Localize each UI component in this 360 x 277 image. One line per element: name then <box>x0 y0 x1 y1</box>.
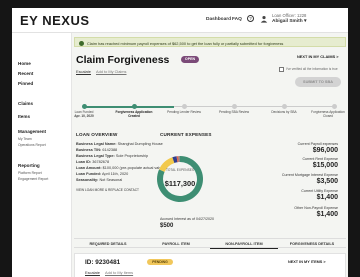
app-frame: EY NEXUS Dashboard FAQ ? Loan Officer: 1… <box>12 8 348 277</box>
info-loan-id: Loan ID: 36782678 <box>76 160 110 164</box>
sidebar-item-my-team[interactable]: My Team <box>18 137 32 141</box>
user-icon[interactable] <box>260 15 268 23</box>
detail-tabs: REQUIRED DETAILS PAYROLL ITEM NON-PAYROL… <box>74 238 346 249</box>
item-status-badge: PENDING <box>147 259 173 265</box>
item-id: ID: 9230481 <box>85 259 121 266</box>
view-loan-more-link[interactable]: VIEW LOAN MORE & REPLACE CONTACT <box>76 188 139 192</box>
expense-label-utility: Current Utility Expense <box>301 189 338 193</box>
expense-label-other: Other Non-Payroll Expense <box>294 206 338 210</box>
sidebar-item-platform-report[interactable]: Platform Report <box>18 171 42 175</box>
check-icon <box>79 40 84 46</box>
expense-value-other: $1,400 <box>316 211 338 218</box>
expense-value-mortgage: $3,500 <box>316 178 338 185</box>
step-dot <box>132 104 137 109</box>
tab-required-details[interactable]: REQUIRED DETAILS <box>74 239 142 249</box>
sidebar-item-reporting[interactable]: Reporting <box>18 163 40 168</box>
nav-faq[interactable]: FAQ <box>232 17 242 22</box>
tab-payroll-item[interactable]: PAYROLL ITEM <box>142 239 210 249</box>
add-to-items-link[interactable]: Add to My Items <box>105 270 133 275</box>
tab-non-payroll-item[interactable]: NON-PAYROLL ITEM <box>210 239 278 249</box>
tab-forgiveness-details[interactable]: FORGIVENESS DETAILS <box>278 239 346 249</box>
info-business-name: Business Legal Name: Shanghai Dumpling H… <box>76 142 163 146</box>
next-item-button[interactable]: NEXT IN MY ITEMS > <box>288 260 326 264</box>
page-title: Claim Forgiveness <box>76 54 170 66</box>
progress-track-done <box>84 105 174 108</box>
step-label: Forgiveness Application Closed <box>311 110 345 118</box>
nav-dashboard[interactable]: Dashboard <box>206 17 231 22</box>
user-name: Abigail Smith <box>272 19 303 24</box>
current-expenses-heading: CURRENT EXPENSES <box>160 132 212 137</box>
sidebar-item-management[interactable]: Management <box>18 129 46 134</box>
sidebar: Home Recent Pinned Claims Items Manageme… <box>12 33 72 277</box>
verify-checkbox-label: I've verified all the information is tru… <box>286 67 338 71</box>
step-dot <box>332 104 337 109</box>
submit-to-sba-button[interactable]: SUBMIT TO SBA <box>295 77 341 87</box>
main-content: Claim has reached minimum payroll expens… <box>74 33 348 277</box>
sidebar-item-items[interactable]: Items <box>18 114 30 119</box>
accrued-interest-value: $500 <box>160 223 174 229</box>
app-logo: EY NEXUS <box>20 13 90 28</box>
step-label: Pending Lender Review <box>167 110 201 114</box>
sidebar-item-recent[interactable]: Recent <box>18 71 33 76</box>
info-loan-funded: Loan Funded: April 11th, 2020 <box>76 172 129 176</box>
expense-value-utility: $1,400 <box>316 194 338 201</box>
help-icon[interactable]: ? <box>247 15 254 22</box>
add-to-claims-link[interactable]: Add to My Claims <box>96 69 127 74</box>
step-label: Pending SBA Review <box>218 110 250 114</box>
banner-text: Claim has reached minimum payroll expens… <box>87 40 284 46</box>
verify-checkbox[interactable] <box>279 67 284 72</box>
step-label: Loan Funded Apr. 10, 2020 <box>74 110 94 118</box>
step-dot <box>232 104 237 109</box>
chevron-down-icon: ▾ <box>304 19 307 24</box>
expense-value-payroll: $96,000 <box>312 147 338 154</box>
sidebar-item-engagement-report[interactable]: Engagement Report <box>18 177 48 181</box>
loan-overview-heading: LOAN OVERVIEW <box>76 132 118 137</box>
info-seasonality: Seasonality: Not Seasonal <box>76 178 123 182</box>
info-business-type: Business Legal Type: Sole Proprietorship <box>76 154 149 158</box>
accrued-interest-label: Accrued Interest as of 04/27/2020 <box>160 217 214 221</box>
donut-total-label: TOTAL EXPENSES <box>166 168 194 172</box>
item-escalate-link[interactable]: Escalate <box>85 270 100 275</box>
step-dot <box>282 104 287 109</box>
sidebar-item-home[interactable]: Home <box>18 61 31 66</box>
status-badge: OPEN <box>181 56 199 63</box>
expense-label-payroll: Current Payroll expenses <box>297 142 338 146</box>
info-business-tin: Business TIN: 6142388 <box>76 148 118 152</box>
expense-label-rent: Current Rent Expense <box>302 157 338 161</box>
item-card: ID: 9230481 PENDING Escalate Add to My I… <box>74 253 346 277</box>
step-dot <box>182 104 187 109</box>
step-dot <box>82 104 87 109</box>
step-label-active: Forgiveness Application Created <box>115 110 153 118</box>
expense-value-rent: $15,000 <box>312 162 338 169</box>
info-banner: Claim has reached minimum payroll expens… <box>74 37 346 47</box>
user-menu[interactable]: Abigail Smith ▾ <box>272 19 306 24</box>
sidebar-item-claims[interactable]: Claims <box>18 101 33 106</box>
user-role: Loan Officer: 1228 <box>272 13 307 18</box>
sidebar-item-operations-report[interactable]: Operations Report <box>18 143 46 147</box>
escalate-link[interactable]: Escalate <box>76 69 91 74</box>
expense-label-mortgage: Current Mortgage Interest Expense <box>281 173 338 177</box>
top-bar: EY NEXUS Dashboard FAQ ? Loan Officer: 1… <box>12 8 348 33</box>
sidebar-item-pinned[interactable]: Pinned <box>18 81 33 86</box>
next-claim-button[interactable]: NEXT IN MY CLAIMS > <box>297 54 339 59</box>
donut-total-value: $117,300 <box>164 179 196 188</box>
step-label: Decisions by SBA <box>271 110 297 114</box>
